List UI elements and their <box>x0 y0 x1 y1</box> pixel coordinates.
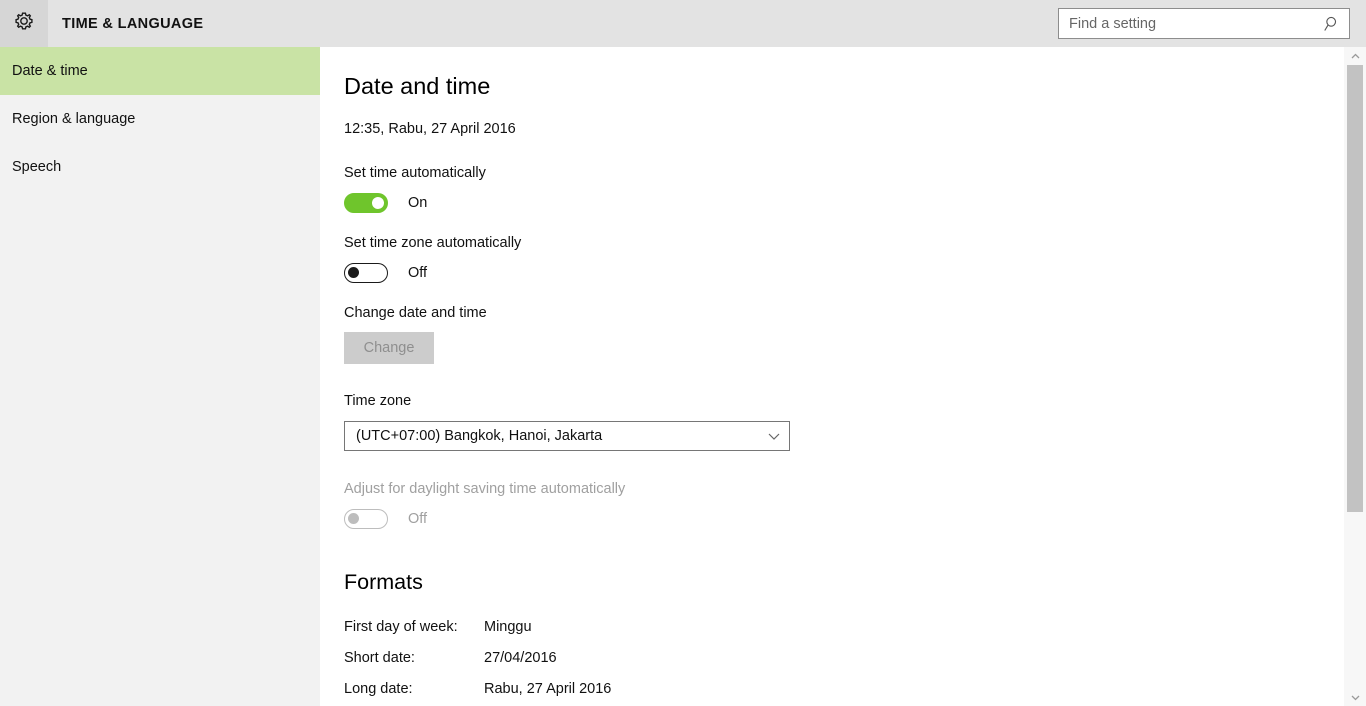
format-label: Long date: <box>344 681 413 697</box>
page-title: TIME & LANGUAGE <box>62 15 204 32</box>
format-label: First day of week: <box>344 619 458 635</box>
search-input[interactable] <box>1059 9 1319 38</box>
sidebar-item-speech[interactable]: Speech <box>0 143 320 191</box>
sidebar-item-label: Date & time <box>12 63 88 79</box>
format-value: 27/04/2016 <box>484 650 557 666</box>
sidebar-item-label: Speech <box>12 159 62 175</box>
set-time-automatically-label: Set time automatically <box>344 165 486 181</box>
set-time-automatically-toggle[interactable] <box>344 193 388 213</box>
change-button[interactable]: Change <box>344 332 434 364</box>
scrollbar-thumb[interactable] <box>1347 65 1363 512</box>
format-value: Minggu <box>484 619 532 635</box>
set-timezone-automatically-toggle[interactable] <box>344 263 388 283</box>
set-timezone-automatically-state: Off <box>408 265 428 281</box>
sidebar-item-label: Region & language <box>12 111 136 127</box>
change-date-time-label: Change date and time <box>344 305 487 321</box>
title-bar: TIME & LANGUAGE <box>0 0 1366 47</box>
set-timezone-automatically-row[interactable]: Off <box>344 263 427 283</box>
daylight-saving-row: Off <box>344 509 427 529</box>
toggle-knob <box>348 513 359 524</box>
format-label: Short date: <box>344 650 415 666</box>
main-content: Date and time 12:35, Rabu, 27 April 2016… <box>320 47 1344 706</box>
chevron-down-icon[interactable] <box>1344 688 1366 706</box>
toggle-knob <box>348 267 359 278</box>
search-box[interactable] <box>1058 8 1350 39</box>
daylight-saving-toggle <box>344 509 388 529</box>
time-zone-value: (UTC+07:00) Bangkok, Hanoi, Jakarta <box>356 428 603 444</box>
time-zone-dropdown[interactable]: (UTC+07:00) Bangkok, Hanoi, Jakarta <box>344 421 790 451</box>
search-icon[interactable] <box>1319 15 1349 32</box>
sidebar: Date & time Region & language Speech <box>0 47 320 706</box>
sidebar-item-date-time[interactable]: Date & time <box>0 47 320 95</box>
set-time-automatically-row[interactable]: On <box>344 193 427 213</box>
chevron-up-icon[interactable] <box>1344 47 1366 65</box>
set-timezone-automatically-label: Set time zone automatically <box>344 235 522 251</box>
gear-icon <box>12 9 36 38</box>
daylight-saving-state: Off <box>408 511 428 527</box>
sidebar-item-region-language[interactable]: Region & language <box>0 95 320 143</box>
daylight-saving-label: Adjust for daylight saving time automati… <box>344 481 626 497</box>
vertical-scrollbar[interactable] <box>1344 47 1366 706</box>
format-value: Rabu, 27 April 2016 <box>484 681 612 697</box>
section-heading-formats: Formats <box>344 570 423 594</box>
chevron-down-icon[interactable] <box>767 429 781 443</box>
time-zone-label: Time zone <box>344 393 412 409</box>
toggle-knob <box>372 197 384 209</box>
current-datetime-text: 12:35, Rabu, 27 April 2016 <box>344 121 516 137</box>
section-heading-date-and-time: Date and time <box>344 73 491 99</box>
set-time-automatically-state: On <box>408 195 428 211</box>
settings-home-button[interactable] <box>0 0 48 47</box>
